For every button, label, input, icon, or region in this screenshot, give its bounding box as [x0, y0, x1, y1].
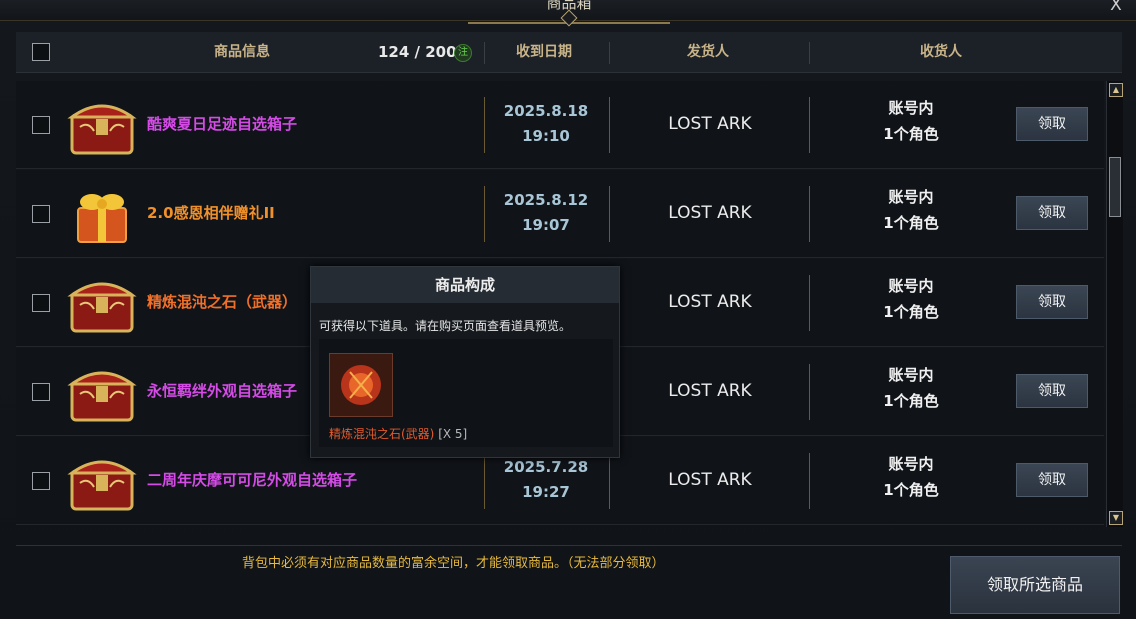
sender: LOST ARK — [668, 381, 752, 401]
scrollbar[interactable]: ▲ ▼ — [1106, 81, 1123, 527]
recipient-line-1: 账号内 — [888, 366, 934, 384]
row-divider — [809, 275, 810, 331]
row-divider — [484, 186, 485, 242]
header-recipient: 收货人 — [920, 44, 962, 60]
item-composition-tooltip: 商品构成 可获得以下道具。请在购买页面查看道具预览。 精炼混沌之石(武器) [X… — [310, 266, 620, 458]
date-text: 2025.8.18 — [503, 102, 589, 120]
recipient-line-2: 1个角色 — [883, 303, 939, 321]
tooltip-description: 可获得以下道具。请在购买页面查看道具预览。 — [319, 319, 572, 333]
item-name: 精炼混沌之石（武器） — [147, 293, 298, 311]
row-checkbox[interactable] — [32, 472, 50, 490]
recipient: 账号内 1个角色 — [816, 95, 1006, 147]
row-checkbox[interactable] — [32, 383, 50, 401]
recipient-line-1: 账号内 — [888, 455, 934, 473]
footer-divider — [16, 545, 1122, 546]
scroll-down-icon[interactable]: ▼ — [1109, 511, 1123, 525]
list-item: 酷爽夏日足迹自选箱子 2025.8.18 19:10 LOST ARK 账号内 … — [16, 81, 1104, 169]
list-header: 商品信息 124 / 200 注 收到日期 发货人 收货人 — [16, 32, 1122, 73]
header-divider — [484, 42, 485, 64]
red-chest-icon — [67, 282, 137, 333]
item-name: 永恒羁绊外观自选箱子 — [147, 382, 298, 400]
recipient-line-2: 1个角色 — [883, 392, 939, 410]
footer-note: 背包中必须有对应商品数量的富余空间，才能领取商品。（无法部分领取） — [242, 556, 665, 571]
recipient-line-2: 1个角色 — [883, 481, 939, 499]
gift-box-icon — [77, 194, 127, 243]
row-divider — [809, 364, 810, 420]
list-item: 2.0感恩相伴赠礼II 2025.8.12 19:07 LOST ARK 账号内… — [16, 170, 1104, 258]
row-checkbox[interactable] — [32, 116, 50, 134]
claim-button[interactable]: 领取 — [1016, 196, 1088, 230]
header-received-date: 收到日期 — [516, 44, 572, 60]
row-divider — [809, 97, 810, 153]
row-divider — [609, 453, 610, 509]
date-text: 2025.8.12 — [503, 191, 589, 209]
row-divider — [609, 97, 610, 153]
claim-selected-button[interactable]: 领取所选商品 — [950, 556, 1120, 614]
received-date: 2025.7.28 19:27 — [486, 455, 606, 505]
row-divider — [809, 453, 810, 509]
claim-button[interactable]: 领取 — [1016, 463, 1088, 497]
chaos-stone-icon — [329, 353, 393, 417]
tooltip-item-name: 精炼混沌之石(武器) — [329, 427, 435, 441]
header-sender: 发货人 — [687, 44, 729, 60]
tooltip-item-quantity: [X 5] — [438, 427, 468, 441]
row-divider — [809, 186, 810, 242]
red-chest-icon — [67, 460, 137, 511]
scroll-up-icon[interactable]: ▲ — [1109, 83, 1123, 97]
row-checkbox[interactable] — [32, 294, 50, 312]
red-chest-icon — [67, 104, 137, 155]
product-box-window: 商品箱 X 商品信息 124 / 200 注 收到日期 发货人 收货人 酷爽夏日… — [0, 0, 1136, 619]
note-badge[interactable]: 注 — [454, 44, 472, 62]
row-divider — [609, 186, 610, 242]
sender: LOST ARK — [668, 470, 752, 490]
time-text: 19:27 — [522, 483, 570, 501]
tooltip-title: 商品构成 — [311, 267, 619, 303]
sender: LOST ARK — [668, 114, 752, 134]
recipient-line-1: 账号内 — [888, 277, 934, 295]
claim-button[interactable]: 领取 — [1016, 374, 1088, 408]
recipient-line-1: 账号内 — [888, 99, 934, 117]
recipient: 账号内 1个角色 — [816, 362, 1006, 414]
received-date: 2025.8.18 19:10 — [486, 99, 606, 149]
tooltip-item: 精炼混沌之石(武器) [X 5] — [329, 425, 467, 442]
header-divider — [609, 42, 610, 64]
select-all-checkbox[interactable] — [32, 43, 50, 61]
time-text: 19:07 — [522, 216, 570, 234]
recipient: 账号内 1个角色 — [816, 184, 1006, 236]
close-button[interactable]: X — [1104, 0, 1128, 16]
item-count: 124 / 200 — [378, 43, 457, 61]
recipient: 账号内 1个角色 — [816, 273, 1006, 325]
row-divider — [484, 97, 485, 153]
recipient-line-2: 1个角色 — [883, 214, 939, 232]
red-chest-icon — [67, 371, 137, 422]
row-checkbox[interactable] — [32, 205, 50, 223]
recipient: 账号内 1个角色 — [816, 451, 1006, 503]
received-date: 2025.8.12 19:07 — [486, 188, 606, 238]
title-bar: 商品箱 X — [0, 0, 1136, 27]
title-tab: 商品箱 — [468, 0, 670, 27]
sender: LOST ARK — [668, 203, 752, 223]
time-text: 19:10 — [522, 127, 570, 145]
header-item-info: 商品信息 — [214, 44, 270, 60]
recipient-line-2: 1个角色 — [883, 125, 939, 143]
item-name: 酷爽夏日足迹自选箱子 — [147, 115, 298, 133]
scroll-thumb[interactable] — [1109, 157, 1121, 217]
header-divider — [809, 42, 810, 64]
date-text: 2025.7.28 — [503, 458, 589, 476]
claim-button[interactable]: 领取 — [1016, 285, 1088, 319]
sender: LOST ARK — [668, 292, 752, 312]
recipient-line-1: 账号内 — [888, 188, 934, 206]
item-name: 2.0感恩相伴赠礼II — [147, 204, 275, 222]
claim-button[interactable]: 领取 — [1016, 107, 1088, 141]
tooltip-item-box: 精炼混沌之石(武器) [X 5] — [319, 339, 613, 447]
row-divider — [484, 453, 485, 509]
